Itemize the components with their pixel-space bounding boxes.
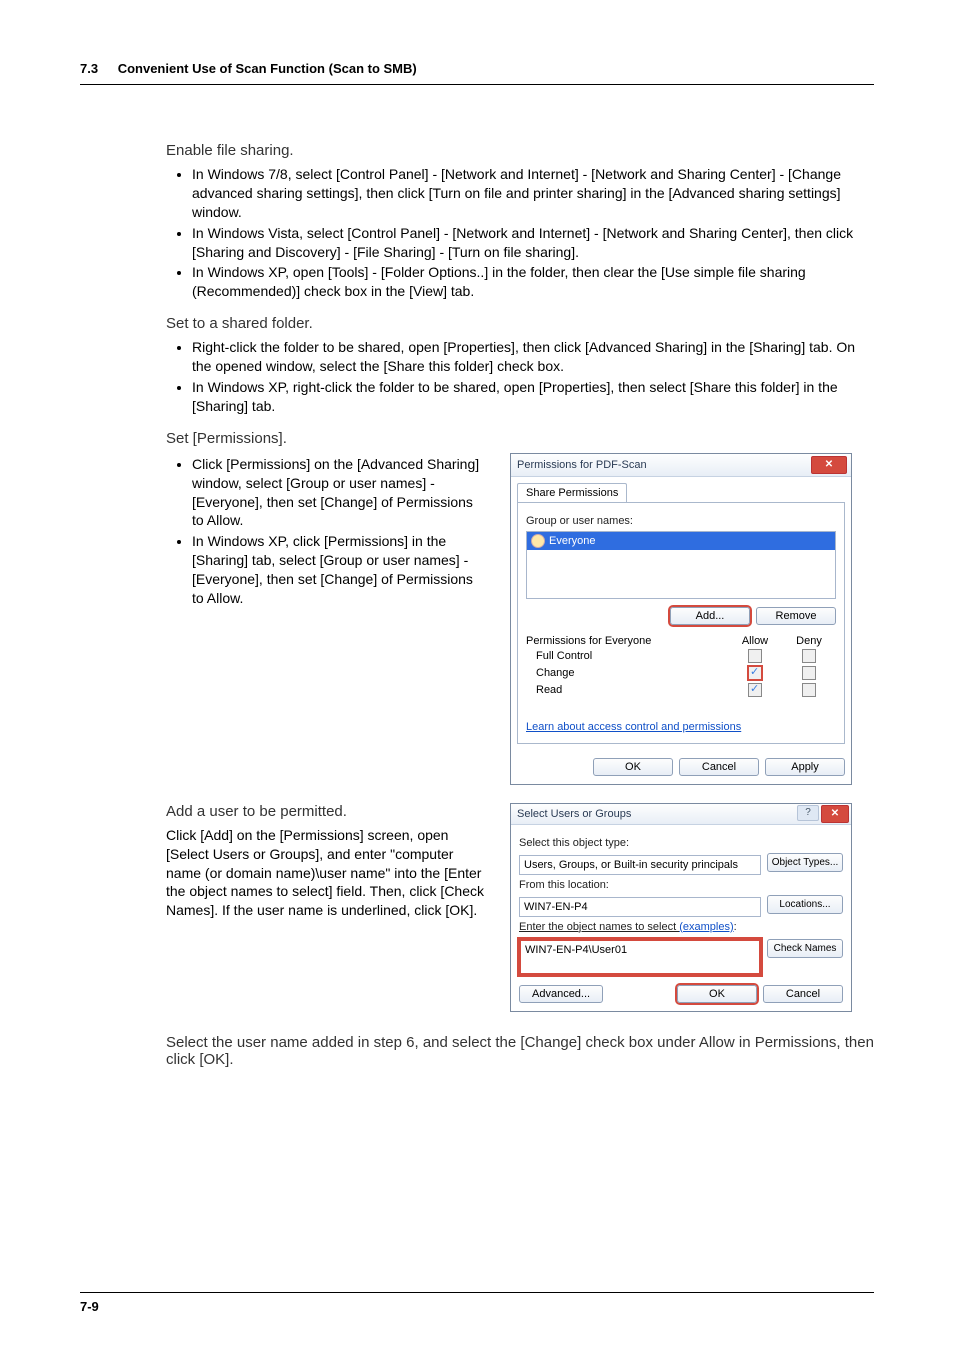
- step-set-permissions: Set [Permissions].: [166, 430, 874, 447]
- step4-paragraph: Click [Add] on the [Permissions] screen,…: [166, 826, 486, 920]
- list-item: In Windows XP, click [Permissions] in th…: [192, 532, 486, 608]
- from-location-label: From this location:: [519, 879, 843, 891]
- page-footer: 7-9: [80, 1292, 874, 1314]
- allow-checkbox[interactable]: [748, 683, 762, 697]
- list-item: In Windows XP, right-click the folder to…: [192, 378, 874, 416]
- step-set-shared-folder: Set to a shared folder.: [166, 315, 874, 332]
- step1-bullets: In Windows 7/8, select [Control Panel] -…: [166, 165, 874, 301]
- deny-checkbox[interactable]: [802, 649, 816, 663]
- cancel-button[interactable]: Cancel: [679, 758, 759, 776]
- enter-object-names-label: Enter the object names to select (exampl…: [519, 921, 843, 933]
- deny-header: Deny: [782, 635, 836, 647]
- dialog-titlebar[interactable]: Permissions for PDF-Scan ✕: [511, 454, 851, 477]
- close-icon[interactable]: ✕: [821, 805, 849, 823]
- step3-bullets: Click [Permissions] on the [Advanced Sha…: [166, 455, 486, 608]
- permission-row: Change: [526, 665, 836, 681]
- group-user-names-label: Group or user names:: [526, 515, 836, 527]
- deny-checkbox[interactable]: [802, 683, 816, 697]
- dialog-title: Select Users or Groups: [517, 808, 631, 820]
- permission-row: Read: [526, 683, 836, 697]
- permission-row: Full Control: [526, 649, 836, 663]
- learn-link[interactable]: Learn about access control and permissio…: [526, 721, 741, 733]
- select-users-dialog: Select Users or Groups ? ✕ Select this o…: [510, 803, 852, 1012]
- ok-button[interactable]: OK: [593, 758, 673, 776]
- group-user-listbox[interactable]: Everyone: [526, 531, 836, 599]
- object-names-input[interactable]: WIN7-EN-P4\User01: [519, 939, 761, 975]
- list-item-everyone: Everyone: [527, 532, 835, 550]
- cancel-button[interactable]: Cancel: [763, 985, 843, 1003]
- section-number: 7.3: [80, 61, 98, 76]
- list-item: In Windows 7/8, select [Control Panel] -…: [192, 165, 874, 222]
- permissions-for-label: Permissions for Everyone: [526, 635, 728, 647]
- step2-bullets: Right-click the folder to be shared, ope…: [166, 338, 874, 416]
- allow-checkbox[interactable]: [748, 649, 762, 663]
- allow-checkbox[interactable]: [747, 665, 763, 681]
- section-title: Convenient Use of Scan Function (Scan to…: [118, 61, 417, 76]
- page-content: Enable file sharing. In Windows 7/8, sel…: [166, 130, 874, 1074]
- list-item: In Windows XP, open [Tools] - [Folder Op…: [192, 263, 874, 301]
- location-field: WIN7-EN-P4: [519, 897, 761, 917]
- list-item: In Windows Vista, select [Control Panel]…: [192, 224, 874, 262]
- deny-checkbox[interactable]: [802, 666, 816, 680]
- users-icon: [531, 534, 545, 548]
- locations-button[interactable]: Locations...: [767, 895, 843, 914]
- permission-name: Change: [526, 667, 728, 679]
- permissions-dialog: Permissions for PDF-Scan ✕ Share Permiss…: [510, 453, 852, 785]
- help-icon[interactable]: ?: [797, 805, 819, 821]
- advanced-button[interactable]: Advanced...: [519, 985, 603, 1003]
- object-types-button[interactable]: Object Types...: [767, 853, 843, 872]
- step-select-user: Select the user name added in step 6, an…: [166, 1034, 874, 1068]
- ok-button[interactable]: OK: [677, 985, 757, 1003]
- step-enable-file-sharing: Enable file sharing.: [166, 142, 874, 159]
- apply-button[interactable]: Apply: [765, 758, 845, 776]
- list-item: Click [Permissions] on the [Advanced Sha…: [192, 455, 486, 531]
- check-names-button[interactable]: Check Names: [767, 939, 843, 958]
- tab-share-permissions[interactable]: Share Permissions: [517, 483, 627, 502]
- object-type-field: Users, Groups, or Built-in security prin…: [519, 855, 761, 875]
- remove-button[interactable]: Remove: [756, 607, 836, 625]
- page-header: 7.3 Convenient Use of Scan Function (Sca…: [80, 60, 874, 85]
- dialog-title: Permissions for PDF-Scan: [517, 459, 647, 471]
- allow-header: Allow: [728, 635, 782, 647]
- dialog-titlebar[interactable]: Select Users or Groups ? ✕: [511, 804, 851, 825]
- select-object-type-label: Select this object type:: [519, 837, 843, 849]
- add-button[interactable]: Add...: [670, 607, 750, 625]
- close-icon[interactable]: ✕: [811, 456, 847, 474]
- step-add-user: Add a user to be permitted.: [166, 803, 486, 820]
- permission-name: Full Control: [526, 650, 728, 662]
- list-item: Right-click the folder to be shared, ope…: [192, 338, 874, 376]
- permission-name: Read: [526, 684, 728, 696]
